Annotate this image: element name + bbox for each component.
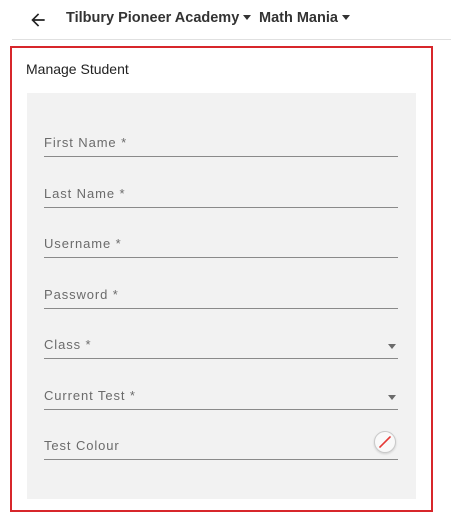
test-colour-field[interactable]: Test Colour <box>44 431 398 460</box>
test-colour-label: Test Colour <box>44 438 120 453</box>
organization-name: Tilbury Pioneer Academy <box>66 10 240 26</box>
course-name: Math Mania <box>259 10 338 26</box>
dropdown-arrow-icon <box>388 344 396 349</box>
arrow-left-icon <box>31 13 45 27</box>
color-picker-button[interactable] <box>374 431 396 453</box>
student-form: First Name * Last Name * Username * Pass… <box>27 93 416 499</box>
class-label: Class * <box>44 337 92 352</box>
no-colour-icon <box>379 436 391 448</box>
first-name-label: First Name * <box>44 135 128 150</box>
username-field[interactable]: Username * <box>44 232 398 258</box>
dropdown-arrow-icon <box>388 395 396 400</box>
current-test-label: Current Test * <box>44 388 136 403</box>
course-dropdown[interactable]: Math Mania <box>259 10 350 26</box>
last-name-field[interactable]: Last Name * <box>44 182 398 208</box>
back-button[interactable] <box>26 8 50 32</box>
first-name-field[interactable]: First Name * <box>44 131 398 157</box>
password-label: Password * <box>44 287 119 302</box>
password-field[interactable]: Password * <box>44 283 398 309</box>
panel-title: Manage Student <box>26 61 129 77</box>
organization-dropdown[interactable]: Tilbury Pioneer Academy <box>66 10 252 26</box>
current-test-select[interactable]: Current Test * <box>44 384 398 410</box>
top-bar: Tilbury Pioneer Academy Math Mania <box>0 0 451 40</box>
chevron-down-icon <box>341 14 350 20</box>
divider <box>12 39 451 40</box>
class-select[interactable]: Class * <box>44 333 398 359</box>
chevron-down-icon <box>243 14 252 20</box>
last-name-label: Last Name * <box>44 186 126 201</box>
manage-student-panel: Manage Student First Name * Last Name * … <box>10 46 433 512</box>
username-label: Username * <box>44 236 122 251</box>
